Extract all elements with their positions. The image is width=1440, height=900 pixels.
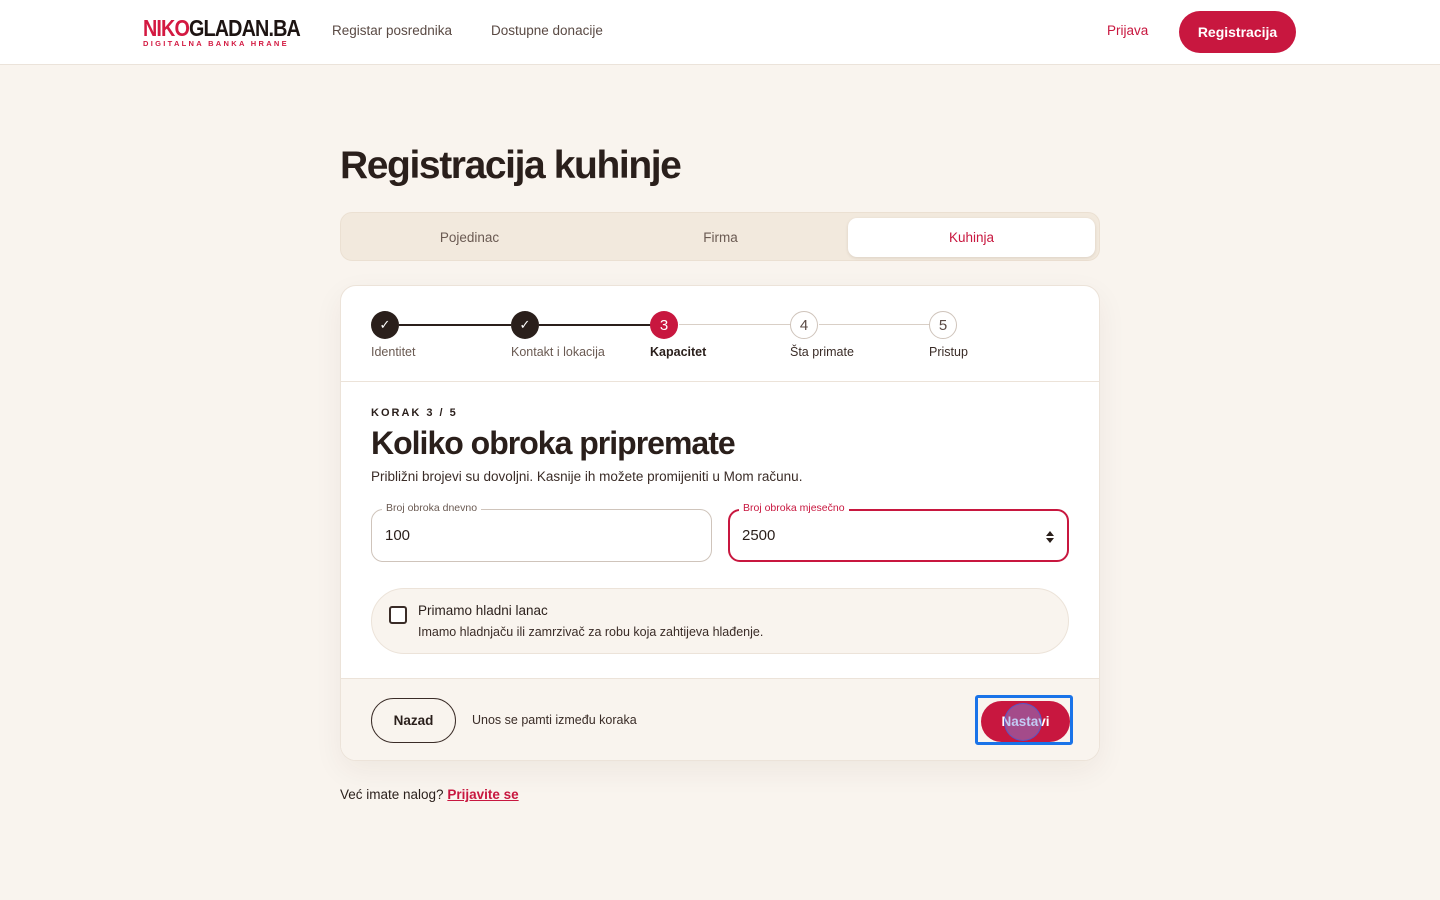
- step-1-label: Identitet: [371, 345, 416, 359]
- registration-type-tabs: Pojedinac Firma Kuhinja: [340, 212, 1100, 261]
- step-3-marker: 3: [650, 311, 678, 339]
- progress-stepper: ✓ ✓ 3 4 5 Identitet Kontakt i lokacija K…: [341, 286, 1099, 382]
- page-title: Registracija kuhinje: [340, 144, 682, 187]
- logo-tagline: DIGITALNA BANKA HRANE: [143, 39, 289, 48]
- login-prompt: Već imate nalog? Prijavite se: [340, 787, 519, 802]
- daily-meals-field[interactable]: Broj obroka dnevno 100: [371, 502, 712, 562]
- step-5-label: Pristup: [929, 345, 968, 359]
- monthly-meals-label: Broj obroka mjesečno: [739, 502, 849, 514]
- step-counter: KORAK 3 / 5: [371, 407, 458, 419]
- step-4-marker: 4: [790, 311, 818, 339]
- cold-chain-description: Imamo hladnjaču ili zamrzivač za robu ko…: [418, 625, 764, 639]
- daily-meals-label: Broj obroka dnevno: [382, 502, 482, 514]
- step-connector: [539, 324, 651, 326]
- back-button[interactable]: Nazad: [371, 698, 456, 743]
- step-2-check-icon: ✓: [511, 311, 539, 339]
- site-logo[interactable]: NIKOGLADAN.BA DIGITALNA BANKA HRANE: [143, 15, 301, 48]
- step-2-label: Kontakt i lokacija: [511, 345, 605, 359]
- step-connector: [679, 324, 791, 325]
- monthly-meals-value[interactable]: 2500: [742, 527, 775, 544]
- nav-link-dostupne-donacije[interactable]: Dostupne donacije: [491, 23, 603, 38]
- tab-firma[interactable]: Firma: [597, 218, 844, 257]
- step-5-marker: 5: [929, 311, 957, 339]
- tab-kuhinja[interactable]: Kuhinja: [848, 218, 1095, 257]
- login-link[interactable]: Prijava: [1107, 23, 1148, 38]
- top-navigation: NIKOGLADAN.BA DIGITALNA BANKA HRANE Regi…: [0, 0, 1440, 65]
- login-prompt-link[interactable]: Prijavite se: [447, 787, 518, 802]
- cold-chain-title: Primamo hladni lanac: [418, 603, 548, 618]
- daily-meals-value[interactable]: 100: [385, 527, 410, 544]
- step-connector: [819, 324, 931, 325]
- click-indicator: [1004, 703, 1042, 741]
- step-4-label: Šta primate: [790, 345, 854, 359]
- cold-chain-checkbox[interactable]: [389, 606, 407, 624]
- card-footer: Nazad Unos se pamti između koraka Nastav…: [341, 678, 1099, 760]
- registration-card: ✓ ✓ 3 4 5 Identitet Kontakt i lokacija K…: [340, 285, 1100, 761]
- logo-wordmark: NIKOGLADAN.BA: [143, 15, 301, 41]
- next-button-focus-ring: Nastavi: [975, 695, 1073, 745]
- step-1-check-icon: ✓: [371, 311, 399, 339]
- nav-link-registar-posrednika[interactable]: Registar posrednika: [332, 23, 452, 38]
- register-button[interactable]: Registracija: [1179, 11, 1296, 53]
- autosave-note: Unos se pamti između koraka: [472, 713, 637, 727]
- monthly-meals-field[interactable]: Broj obroka mjesečno 2500: [728, 502, 1069, 562]
- cold-chain-option[interactable]: Primamo hladni lanac Imamo hladnjaču ili…: [371, 588, 1069, 654]
- number-stepper-icon[interactable]: [1045, 529, 1055, 545]
- section-subtitle: Približni brojevi su dovoljni. Kasnije i…: [371, 469, 803, 484]
- step-connector: [399, 324, 511, 326]
- tab-pojedinac[interactable]: Pojedinac: [346, 218, 593, 257]
- step-3-label: Kapacitet: [650, 345, 707, 359]
- section-title: Koliko obroka pripremate: [371, 425, 736, 461]
